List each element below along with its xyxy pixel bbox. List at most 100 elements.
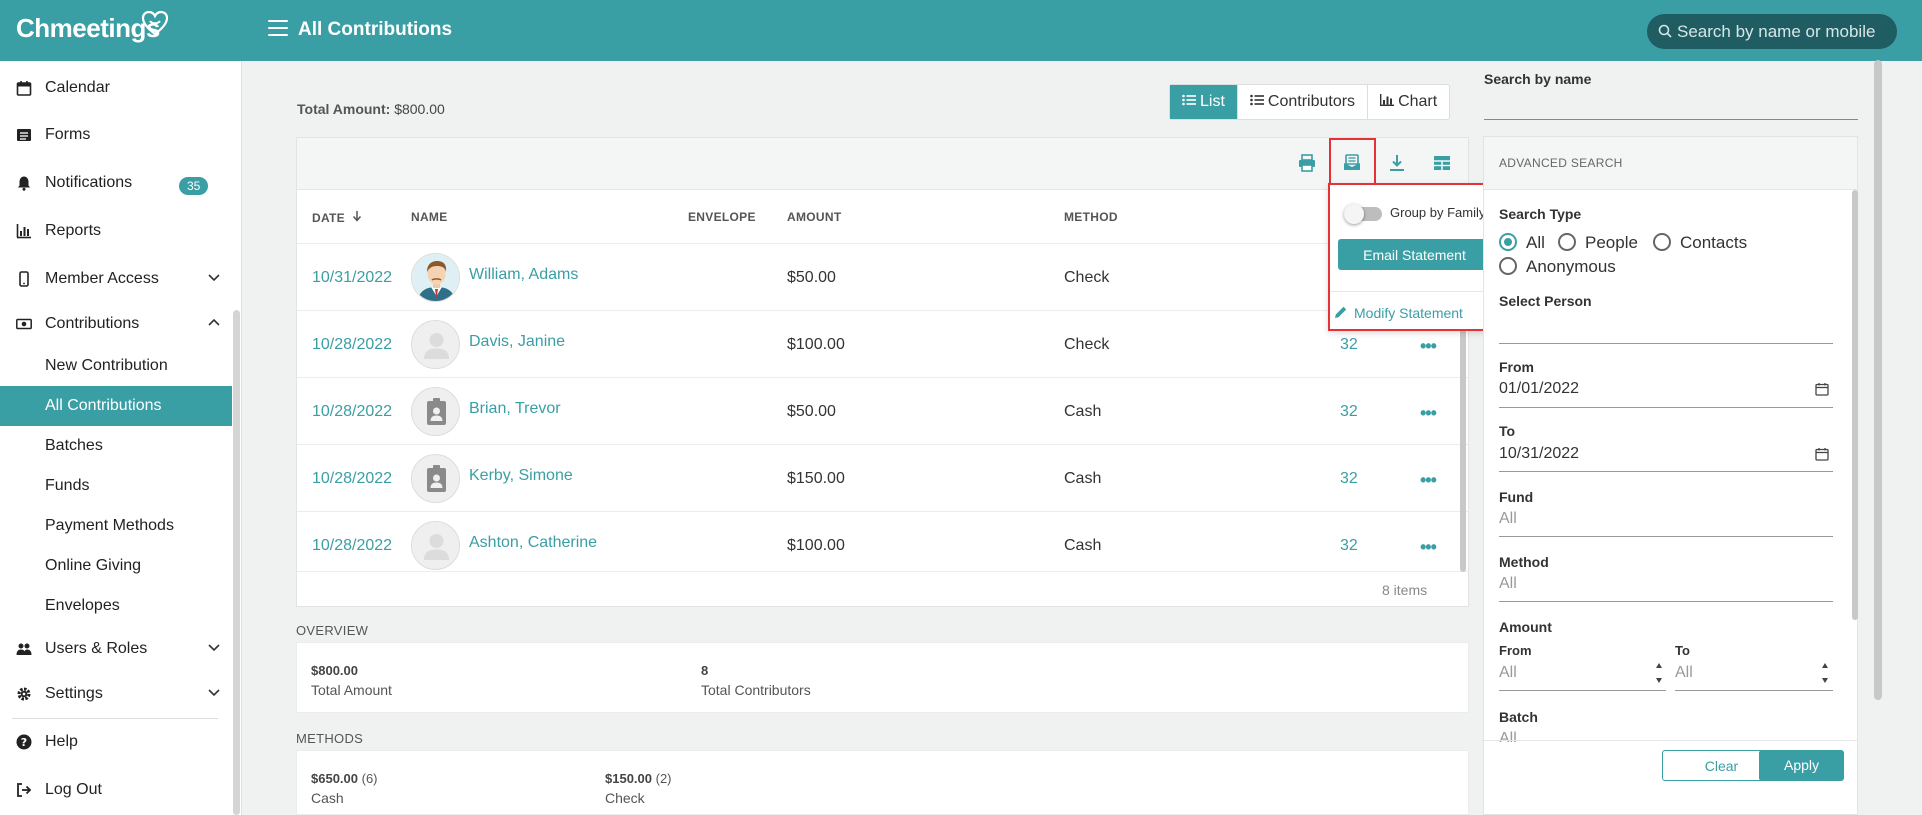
top-bar: Chmeetings All Contributions Search by n… — [0, 0, 1922, 61]
sidebar-item-notifications[interactable]: Notifications 35 — [0, 163, 230, 203]
print-icon[interactable] — [1296, 152, 1318, 174]
spinner-icon[interactable] — [1655, 662, 1663, 684]
table-divider — [297, 571, 1468, 572]
row-date[interactable]: 10/28/2022 — [312, 470, 392, 488]
sidebar-item-label: Log Out — [45, 781, 102, 798]
total-amount-label: Total Amount: — [297, 101, 391, 117]
more-options-icon[interactable]: ••• — [1420, 470, 1437, 491]
amount-from-input[interactable]: All — [1499, 664, 1517, 682]
apply-button[interactable]: Apply — [1759, 750, 1844, 781]
select-person-input[interactable] — [1499, 343, 1833, 344]
search-type-label: Search Type — [1499, 206, 1582, 222]
methods-panel: $650.00 (6) Cash $150.00 (2) Check — [296, 750, 1469, 815]
calendar-icon[interactable] — [1815, 447, 1829, 461]
app-logo[interactable]: Chmeetings — [16, 10, 169, 44]
spinner-icon[interactable] — [1821, 662, 1829, 684]
sidebar-item-calendar[interactable]: Calendar — [0, 68, 230, 108]
sidebar-item-contributions[interactable]: Contributions — [0, 304, 230, 344]
row-name[interactable]: Brian, Trevor — [469, 400, 561, 418]
column-header-date[interactable]: DATE — [312, 210, 362, 225]
menu-icon[interactable] — [268, 20, 288, 38]
amount-to-label: To — [1675, 643, 1690, 658]
overview-panel: $800.00 Total Amount 8 Total Contributor… — [296, 642, 1469, 713]
sidebar-item-new-contribution[interactable]: New Contribution — [0, 346, 232, 386]
row-name[interactable]: Ashton, Catherine — [469, 534, 597, 552]
row-date[interactable]: 10/31/2022 — [312, 269, 392, 287]
sidebar-item-forms[interactable]: Forms — [0, 115, 230, 155]
radio-all[interactable] — [1499, 233, 1517, 251]
from-date-value[interactable]: 01/01/2022 — [1499, 380, 1579, 398]
column-header-method[interactable]: METHOD — [1064, 210, 1118, 224]
row-number[interactable]: 32 — [1340, 537, 1358, 555]
view-chart-button[interactable]: Chart — [1367, 85, 1449, 119]
sidebar-item-member-access[interactable]: Member Access — [0, 259, 230, 299]
sidebar-item-payment-methods[interactable]: Payment Methods — [0, 506, 232, 546]
view-chart-label: Chart — [1398, 93, 1438, 110]
calendar-icon[interactable] — [1815, 382, 1829, 396]
radio-contacts[interactable] — [1653, 233, 1671, 251]
main-scrollbar[interactable] — [1874, 60, 1882, 700]
columns-icon[interactable] — [1431, 152, 1453, 174]
row-name[interactable]: William, Adams — [469, 266, 578, 284]
sidebar-item-online-giving[interactable]: Online Giving — [0, 546, 232, 586]
table-row[interactable]: 10/28/2022 Ashton, Catherine $100.00 Cas… — [297, 511, 1468, 578]
overview-total-contributors-label: Total Contributors — [701, 682, 811, 698]
bell-icon — [18, 176, 30, 191]
to-date-value[interactable]: 10/31/2022 — [1499, 445, 1579, 463]
sidebar-item-label: Users & Roles — [45, 640, 148, 657]
method-label: Method — [1499, 554, 1549, 570]
more-options-icon[interactable]: ••• — [1420, 403, 1437, 424]
sidebar-item-label: New Contribution — [45, 357, 168, 374]
download-icon[interactable] — [1386, 152, 1408, 174]
fund-label: Fund — [1499, 489, 1534, 505]
total-amount-value: $800.00 — [394, 101, 445, 117]
row-date[interactable]: 10/28/2022 — [312, 537, 392, 555]
table-row[interactable]: 10/31/2022 William, Adams $50.00 Check — [297, 243, 1468, 310]
radio-people[interactable] — [1558, 233, 1576, 251]
view-list-button[interactable]: List — [1170, 85, 1237, 119]
sidebar-item-label: All Contributions — [45, 397, 162, 414]
sidebar-item-settings[interactable]: Settings — [0, 674, 230, 714]
table-row[interactable]: 10/28/2022 Brian, Trevor $50.00 Cash 32 … — [297, 377, 1468, 444]
sidebar-item-logout[interactable]: Log Out — [0, 770, 230, 810]
row-date[interactable]: 10/28/2022 — [312, 403, 392, 421]
sidebar-item-users-roles[interactable]: Users & Roles — [0, 629, 230, 669]
search-input[interactable]: Search by name or mobile — [1647, 14, 1897, 49]
method-check-stat: $150.00 (2) — [605, 771, 672, 786]
column-header-envelope[interactable]: ENVELOPE — [688, 210, 756, 224]
more-options-icon[interactable]: ••• — [1420, 336, 1437, 357]
method-select[interactable]: All — [1499, 575, 1517, 593]
row-number[interactable]: 32 — [1340, 403, 1358, 421]
radio-contacts-label: Contacts — [1680, 233, 1748, 252]
sidebar-item-batches[interactable]: Batches — [0, 426, 232, 466]
amount-to-input[interactable]: All — [1675, 664, 1693, 682]
sidebar-item-all-contributions[interactable]: All Contributions — [0, 386, 232, 426]
method-cash-label: Cash — [311, 790, 344, 806]
sidebar-item-funds[interactable]: Funds — [0, 466, 232, 506]
column-header-amount[interactable]: AMOUNT — [787, 210, 841, 224]
more-options-icon[interactable]: ••• — [1420, 537, 1437, 558]
advanced-search-scrollbar[interactable] — [1852, 190, 1858, 620]
table-scrollbar[interactable] — [1460, 328, 1466, 572]
row-date[interactable]: 10/28/2022 — [312, 336, 392, 354]
sidebar-item-envelopes[interactable]: Envelopes — [0, 586, 232, 626]
id-badge-icon — [427, 398, 446, 425]
table-row[interactable]: 10/28/2022 Kerby, Simone $150.00 Cash 32… — [297, 444, 1468, 511]
row-number[interactable]: 32 — [1340, 336, 1358, 354]
email-statement-button[interactable]: Email Statement — [1338, 239, 1491, 270]
row-name[interactable]: Kerby, Simone — [469, 467, 573, 485]
sidebar-scrollbar[interactable] — [233, 310, 240, 815]
modify-statement-link[interactable]: Modify Statement — [1335, 305, 1463, 321]
group-by-family-toggle[interactable] — [1344, 204, 1382, 224]
amount-from-underline — [1499, 690, 1666, 691]
view-contributors-button[interactable]: Contributors — [1236, 85, 1367, 119]
table-row[interactable]: 10/28/2022 Davis, Janine $100.00 Check 3… — [297, 310, 1468, 377]
row-name[interactable]: Davis, Janine — [469, 333, 565, 351]
fund-select[interactable]: All — [1499, 510, 1517, 528]
column-header-name[interactable]: NAME — [411, 210, 448, 224]
sidebar-item-help[interactable]: ? Help — [0, 722, 230, 762]
sidebar-item-reports[interactable]: Reports — [0, 211, 230, 251]
search-by-name-input[interactable] — [1484, 119, 1858, 120]
row-number[interactable]: 32 — [1340, 470, 1358, 488]
radio-anonymous[interactable] — [1499, 257, 1517, 275]
